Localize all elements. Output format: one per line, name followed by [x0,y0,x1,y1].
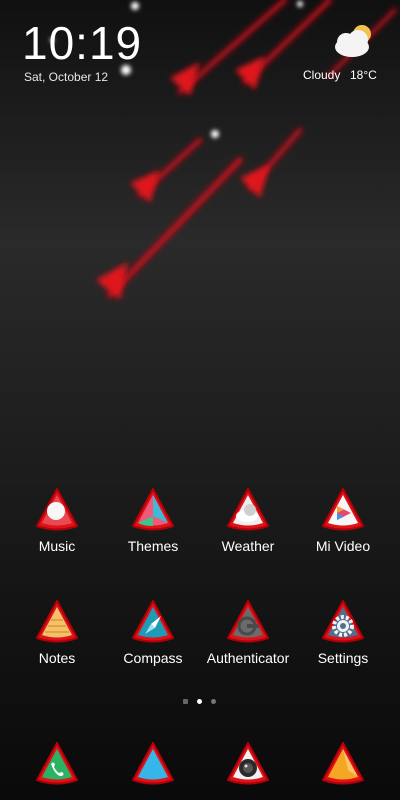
clock-date[interactable]: Sat, October 12 [24,70,108,84]
app-music[interactable]: Music [7,486,107,554]
camera-icon [227,742,269,785]
app-label: Mi Video [315,538,371,554]
weather-condition[interactable]: Cloudy [303,68,340,82]
dock-camera[interactable] [198,740,298,786]
app-mi-video[interactable]: Mi Video [293,486,393,554]
clock-time[interactable]: 10:19 [22,18,142,68]
app-label: Weather [221,538,275,554]
app-settings[interactable]: Settings [293,598,393,666]
music-icon [36,488,78,531]
app-weather[interactable]: Weather [198,486,298,554]
app-label: Compass [123,650,183,666]
app-themes[interactable]: Themes [103,486,203,554]
wallpaper [50,0,397,300]
dock-browser[interactable] [293,740,393,786]
dock-messages[interactable] [103,740,203,786]
cloud-sun-icon[interactable] [330,20,380,60]
video-play-icon [322,488,364,531]
app-label: Authenticator [206,650,290,666]
app-label: Notes [38,650,76,666]
authenticator-icon [227,600,269,643]
app-compass[interactable]: Compass [103,598,203,666]
themes-icon [132,488,174,531]
weather-temperature[interactable]: 18°C [350,68,377,82]
compass-icon [132,600,174,643]
page-dot [211,699,216,704]
page-indicator[interactable] [180,698,220,706]
app-label: Settings [317,650,369,666]
app-notes[interactable]: Notes [7,598,107,666]
app-authenticator[interactable]: Authenticator [198,598,298,666]
phone-icon [36,742,78,785]
app-label: Themes [127,538,179,554]
dock-phone[interactable] [7,740,107,786]
notes-icon [36,600,78,643]
app-label: Music [38,538,76,554]
page-dot [183,699,188,704]
weather-icon [227,488,269,531]
messages-icon [132,742,174,785]
gear-icon [322,600,364,643]
page-dot-current [197,699,202,704]
browser-icon [322,742,364,785]
